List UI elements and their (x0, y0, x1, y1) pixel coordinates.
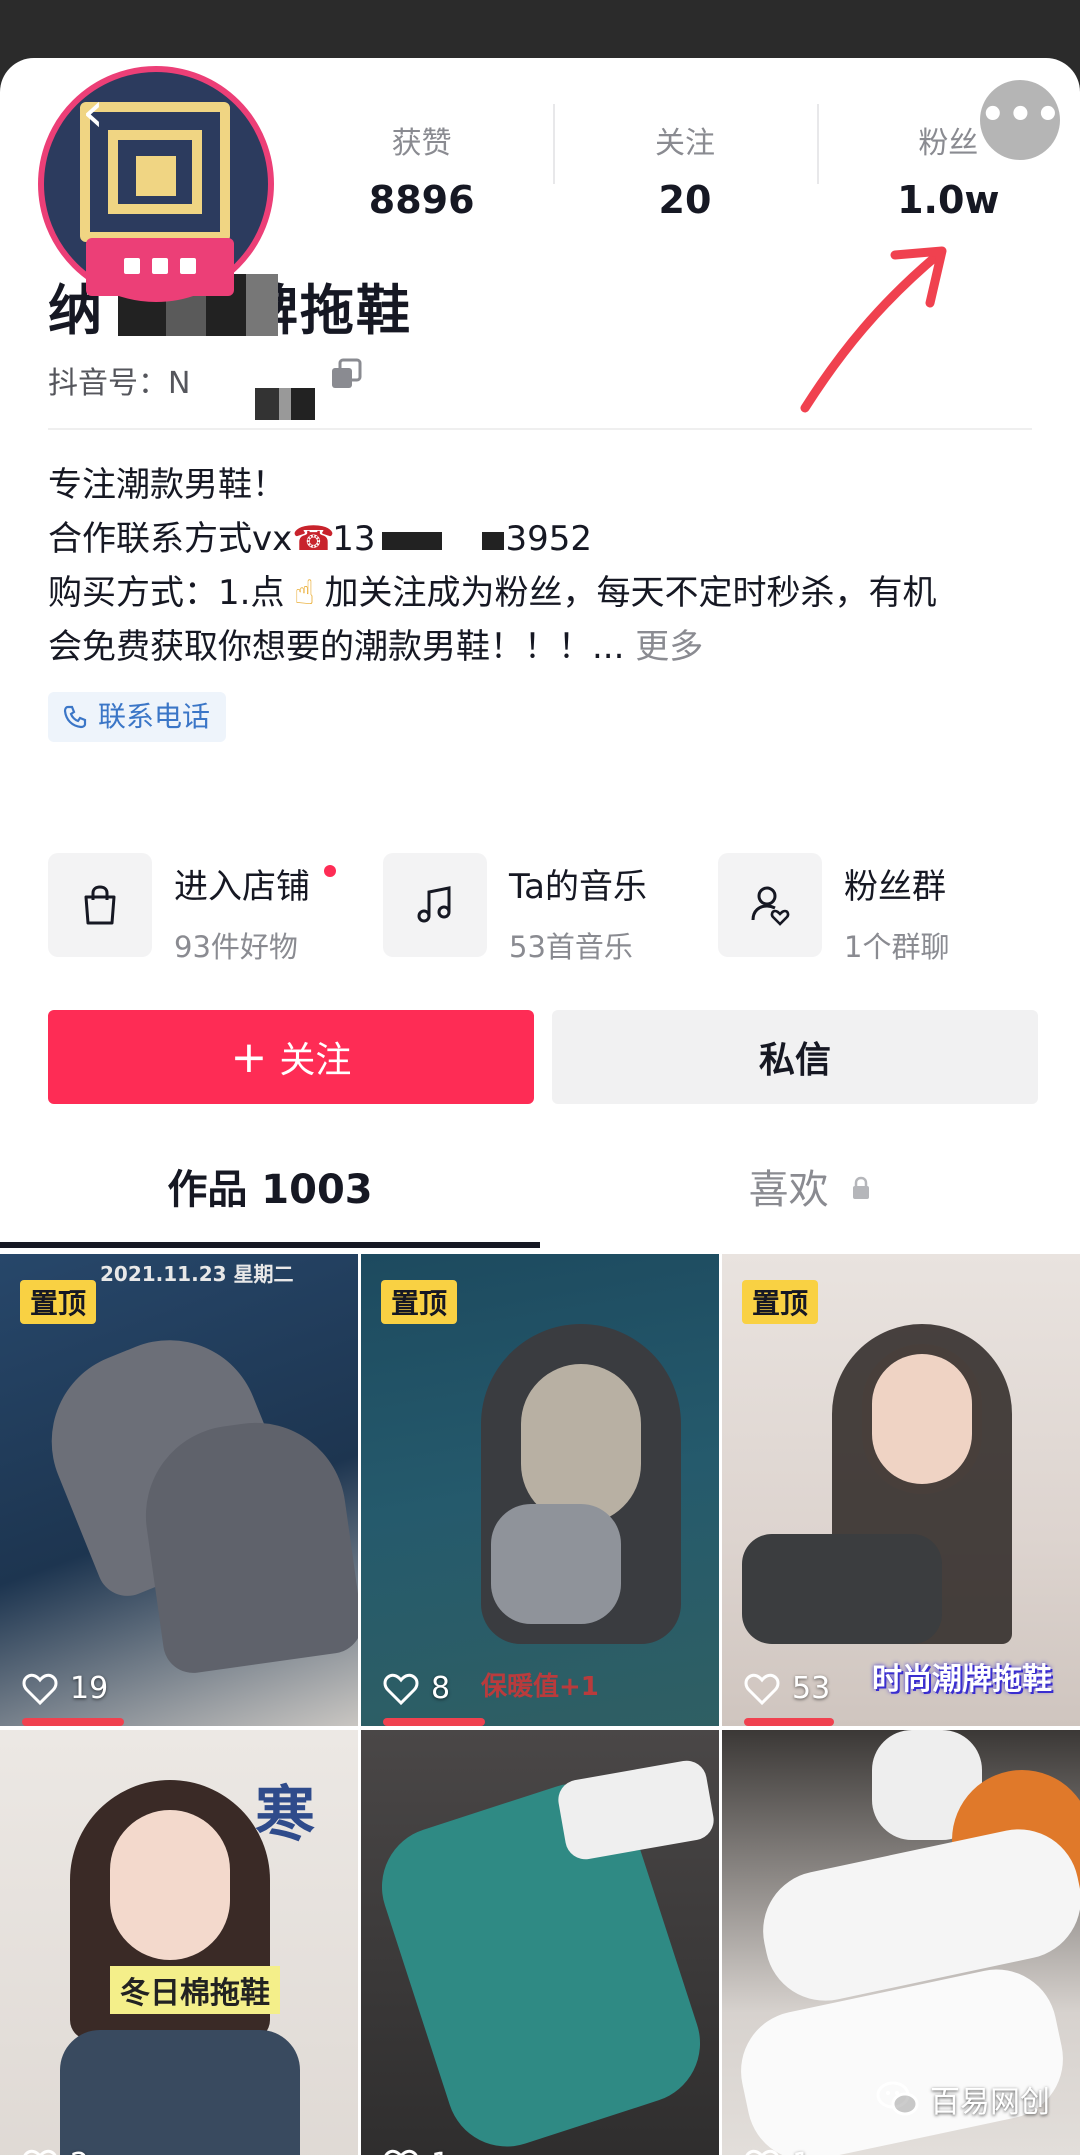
video-caption: 冬日棉拖鞋 (110, 1966, 280, 2014)
video-grid: 2021.11.23 星期二 置顶 19 保暖值+1 置顶 8 时尚潮牌拖鞋 置… (0, 1254, 1080, 2155)
pinned-badge: 置顶 (20, 1280, 97, 1324)
contact-chip-label: 联系电话 (98, 700, 211, 733)
wechat-icon (876, 2081, 919, 2116)
pointing-finger-icon: ☝ (294, 573, 315, 613)
annotation-underline (383, 1718, 485, 1726)
video-accent-text: 寒 (255, 1780, 315, 1850)
video-caption: 保暖值+1 (481, 1672, 599, 1702)
phone-icon (63, 705, 87, 729)
douyin-id-label: 抖音号： (48, 366, 168, 401)
bio-more-link[interactable]: 更多 (635, 627, 703, 667)
stat-value: 8896 (368, 178, 475, 222)
entry-title: Ta的音乐 (509, 867, 647, 907)
watermark-text: 百易网创 (930, 2085, 1050, 2120)
shopping-bag-icon (48, 853, 152, 957)
douyin-id: 抖音号：N (48, 358, 190, 402)
video-thumbnail[interactable]: 寒 冬日棉拖鞋 2 (0, 1730, 358, 2155)
profile-card: ‹ ••• 获赞 8896 关注 20 粉丝 1.0w 纳牌拖鞋 抖音号：N 专… (0, 58, 1080, 2155)
pinned-badge: 置顶 (742, 1280, 819, 1324)
stat-label: 关注 (654, 126, 715, 161)
message-button-label: 私信 (758, 1040, 831, 1081)
message-button[interactable]: 私信 (552, 1010, 1038, 1104)
back-icon[interactable]: ‹ (58, 78, 128, 148)
more-options-button[interactable]: ••• (980, 80, 1061, 160)
entry-title: 进入店铺 (174, 859, 336, 908)
stat-following[interactable]: 关注 20 (553, 88, 816, 222)
watermark: 百易网创 (876, 2077, 1050, 2121)
heart-icon (744, 1673, 780, 1705)
notification-dot (324, 865, 336, 877)
avatar-badge (86, 238, 234, 296)
video-likes: 19 (22, 1671, 108, 1706)
pinned-badge: 置顶 (381, 1280, 458, 1324)
heart-icon (745, 2149, 779, 2155)
lock-icon (853, 1176, 870, 1199)
video-thumbnail[interactable]: 2021.11.23 星期二 置顶 19 (0, 1254, 358, 1726)
video-likes: 1 (383, 2147, 450, 2155)
heart-icon (384, 2149, 418, 2155)
plus-icon: + (230, 1031, 268, 1083)
bio-line: 合作联系方式vx☎13 3952 (48, 512, 1038, 566)
contact-phone-button[interactable]: 联系电话 (48, 692, 227, 742)
stat-label: 获赞 (391, 126, 452, 161)
tab-works[interactable]: 作品 1003 (0, 1140, 540, 1248)
entry-subtitle: 53首音乐 (509, 930, 633, 964)
video-thumbnail[interactable]: 时尚潮牌拖鞋 置顶 53 (722, 1254, 1080, 1726)
telephone-icon: ☎ (292, 519, 335, 559)
video-likes: 8 (383, 1671, 450, 1706)
heart-icon (22, 1673, 58, 1705)
follow-button-label: 关注 (279, 1040, 352, 1081)
video-caption: 2021.11.23 星期二 (100, 1262, 294, 1286)
annotation-underline (22, 1718, 124, 1726)
entry-subtitle: 1个群聊 (844, 930, 950, 964)
profile-entries: 进入店铺 93件好物 Ta的音乐 53首音乐 粉丝群 1个群聊 (48, 853, 1038, 964)
redaction-mosaic (381, 531, 442, 550)
bio-line: 购买方式：1.点 ☝ 加关注成为粉丝，每天不定时秒杀，有机 (48, 566, 1038, 620)
fan-group-icon (718, 853, 822, 957)
music-entry[interactable]: Ta的音乐 53首音乐 (383, 853, 703, 964)
stat-value: 20 (658, 178, 712, 222)
entry-subtitle: 93件好物 (174, 930, 298, 964)
profile-stats: 获赞 8896 关注 20 粉丝 1.0w (290, 88, 1080, 222)
video-thumbnail[interactable]: 1 (361, 1730, 719, 2155)
divider (48, 428, 1032, 430)
content-tabs: 作品 1003 喜欢 (0, 1140, 1080, 1248)
bio: 专注潮款男鞋！ 合作联系方式vx☎13 3952 购买方式：1.点 ☝ 加关注成为粉丝… (48, 458, 1038, 674)
annotation-arrow (800, 246, 947, 413)
video-thumbnail[interactable]: 保暖值+1 置顶 8 (361, 1254, 719, 1726)
video-likes: 53 (744, 1671, 830, 1706)
shop-entry[interactable]: 进入店铺 93件好物 (48, 853, 368, 964)
entry-title: 粉丝群 (844, 867, 946, 907)
bio-line: 专注潮款男鞋！ (48, 465, 286, 505)
fan-group-entry[interactable]: 粉丝群 1个群聊 (718, 853, 1038, 964)
douyin-id-value: N (168, 366, 191, 401)
heart-icon (383, 1673, 419, 1705)
tab-likes[interactable]: 喜欢 (540, 1140, 1080, 1248)
redaction-mosaic (481, 531, 504, 550)
stat-likes-received[interactable]: 获赞 8896 (290, 88, 553, 222)
copy-icon[interactable] (330, 358, 364, 392)
follow-button[interactable]: + 关注 (48, 1010, 534, 1104)
annotation-underline (744, 1718, 834, 1726)
video-likes: 2 (22, 2147, 89, 2155)
stat-value: 1.0w (897, 178, 1000, 222)
redaction-mosaic (255, 388, 315, 420)
video-caption: 时尚潮牌拖鞋 (872, 1662, 1052, 1697)
bio-line: 会免费获取你想要的潮款男鞋！！！... 更多 (48, 627, 704, 667)
heart-icon (23, 2149, 57, 2155)
music-note-icon (383, 853, 487, 957)
video-likes: 1 (744, 2147, 811, 2155)
